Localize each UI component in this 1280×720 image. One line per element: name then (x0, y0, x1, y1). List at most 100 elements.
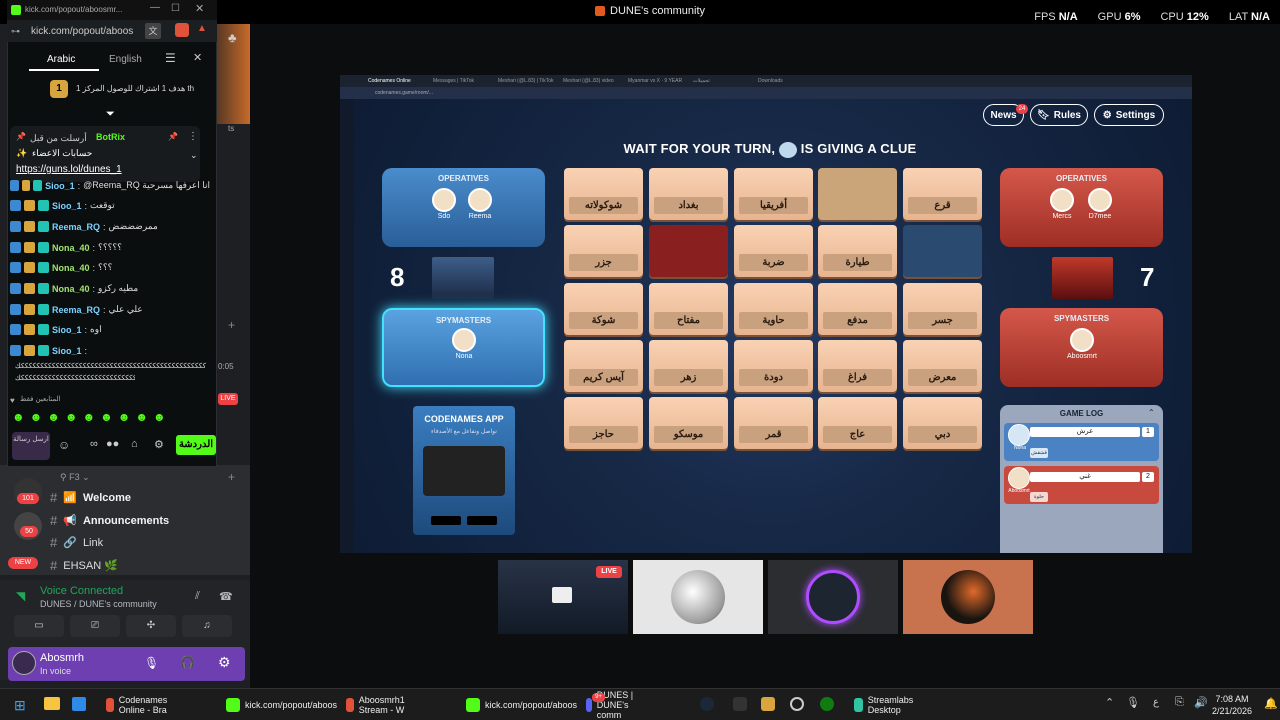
taskbar-item[interactable]: kick.com/popout/aboos (220, 692, 343, 718)
system-clock[interactable]: 7:08 AM 2/21/2026 (1212, 693, 1252, 717)
chevron-up-icon[interactable]: ⌃ (1148, 408, 1155, 417)
webcam-stream-preview[interactable]: LIVE (498, 560, 628, 634)
pinned-user[interactable]: BotRix (96, 132, 125, 142)
store-icon[interactable]: ⌂ (131, 438, 138, 450)
emote-row[interactable]: ☻☻☻☻☻☻☻☻☻ (12, 410, 171, 424)
taskbar-item[interactable]: Codenames Online - Bra (100, 692, 180, 718)
taskbar-item[interactable]: Aboosmrh1 Stream - W (340, 692, 417, 718)
codenames-app-ad[interactable]: CODENAMES APP تواصل وتفاعل مع الأصدقاء (413, 406, 515, 535)
voice-channel[interactable]: DUNES / DUNE's community (40, 599, 157, 609)
infinity-icon[interactable]: ∞ (90, 438, 98, 450)
participant-tile-3[interactable] (903, 560, 1033, 634)
disconnect-icon[interactable]: ☎ (219, 590, 233, 603)
maximize-button[interactable]: ☐ (171, 3, 180, 14)
browser-tab[interactable]: Myanmar vs X · 9 YEAR (628, 78, 682, 84)
word-card[interactable]: طيارة (818, 225, 897, 277)
noise-suppression-icon[interactable]: ⫽ (195, 590, 200, 603)
participant-tile-1[interactable] (633, 560, 763, 634)
avatar[interactable] (1088, 188, 1112, 212)
microphone-icon[interactable]: 🎙 (1126, 696, 1140, 709)
chat-username[interactable]: Sioo_1 (45, 181, 75, 191)
category-header[interactable]: ⚲ F3 ⌄ (60, 472, 90, 483)
word-card[interactable]: قرع (903, 168, 982, 220)
channel-link[interactable]: # 🔗 Link (50, 535, 103, 550)
avatar[interactable] (1050, 188, 1074, 212)
browser-url[interactable]: codenames.game/room/... (375, 90, 433, 96)
channel-announcements[interactable]: # 📢 Announcements (50, 513, 169, 528)
google-play-badge[interactable] (467, 516, 497, 525)
browser-tab[interactable]: Downloads (758, 78, 783, 84)
browser-tab[interactable]: تحميلات (693, 78, 710, 84)
browser-tab[interactable]: Codenames Online (368, 78, 411, 84)
word-card[interactable]: موسكو (649, 397, 728, 449)
add-channel-icon[interactable]: + (228, 318, 235, 332)
taskbar-item[interactable]: DUNES | DUNE's comm (580, 690, 643, 720)
word-card[interactable]: مفتاح (649, 283, 728, 335)
chat-send-button[interactable]: الدردشة (176, 435, 216, 455)
chat-username[interactable]: Reema_RQ (52, 305, 100, 315)
url-field[interactable]: kick.com/popout/aboos (31, 26, 133, 37)
browser-tab[interactable]: Meshari (@L.83) | TikTok (498, 78, 554, 84)
collapse-icon[interactable]: ⏷ (106, 108, 115, 121)
brave-rewards-icon[interactable]: ▲ (197, 23, 207, 34)
emoji-icon[interactable]: ☺ (58, 438, 70, 452)
more-icon[interactable]: ⋮ (188, 131, 198, 142)
chat-input[interactable]: ارسل رسالة (12, 432, 50, 460)
word-card[interactable]: عاج (818, 397, 897, 449)
chevron-down-icon[interactable]: ⌄ (190, 150, 198, 161)
gear-icon[interactable]: ⚙ (218, 654, 231, 671)
close-icon[interactable]: ✕ (193, 51, 202, 64)
revealed-agent-card[interactable] (818, 168, 897, 220)
steam-icon[interactable] (700, 697, 714, 711)
xbox-icon[interactable] (820, 697, 834, 711)
headphones-icon[interactable]: 🎧 (180, 655, 195, 669)
word-card[interactable]: حاوية (734, 283, 813, 335)
add-friend-icon[interactable]: ♣ (228, 30, 237, 45)
chat-username[interactable]: Sioo_1 (52, 346, 82, 356)
participant-tile-2[interactable] (768, 560, 898, 634)
translate-icon[interactable]: 文 (145, 23, 161, 39)
app-icon[interactable] (761, 697, 775, 711)
taskbar-item[interactable]: kick.com/popout/aboos (460, 692, 583, 718)
channel-welcome[interactable]: # 📶 Welcome (50, 490, 131, 505)
avatar[interactable] (468, 188, 492, 212)
pinned-link[interactable]: https://guns.lol/dunes_1 (16, 164, 122, 175)
app-store-badge[interactable] (431, 516, 461, 525)
word-card[interactable]: دودة (734, 340, 813, 392)
avatar[interactable] (12, 651, 36, 675)
menu-icon[interactable]: ☰ (165, 51, 176, 65)
taskbar-item[interactable]: Streamlabs Desktop (848, 692, 925, 718)
chat-username[interactable]: Reema_RQ (52, 222, 100, 232)
minimize-button[interactable]: — (150, 2, 160, 13)
settings-button[interactable]: ⚙ Settings (1094, 104, 1164, 126)
browser-tab[interactable]: Meshari (@L.83) video (563, 78, 614, 84)
chat-username[interactable]: Nona_40 (52, 284, 90, 294)
word-card[interactable]: أفريقيا (734, 168, 813, 220)
revealed-agent-card[interactable] (903, 225, 982, 277)
chat-username[interactable]: Sioo_1 (52, 201, 82, 211)
screen-share-button[interactable]: ⎚ (70, 615, 120, 637)
add-channel-icon-2[interactable]: + (228, 470, 235, 484)
chevron-up-icon[interactable]: ⌃ (1105, 696, 1114, 709)
browser-tab[interactable]: Messages | TikTok (433, 78, 474, 84)
tab-arabic[interactable]: Arabic (47, 54, 75, 65)
word-card[interactable]: مدفع (818, 283, 897, 335)
chat-username[interactable]: Sioo_1 (52, 325, 82, 335)
video-off-button[interactable]: ▭ (14, 615, 64, 637)
file-explorer-icon[interactable] (44, 697, 60, 710)
avatar[interactable] (1070, 328, 1094, 352)
avatar[interactable] (452, 328, 476, 352)
app-icon[interactable] (733, 697, 747, 711)
word-card[interactable]: شوكة (564, 283, 643, 335)
word-card[interactable]: معرض (903, 340, 982, 392)
soundboard-button[interactable]: ♫ (182, 615, 232, 637)
users-icon[interactable]: ●● (106, 438, 119, 450)
avatar[interactable] (432, 188, 456, 212)
volume-icon[interactable]: 🔊 (1194, 696, 1208, 709)
close-button[interactable]: ✕ (195, 2, 204, 15)
word-card[interactable]: زهر (649, 340, 728, 392)
word-card[interactable]: جسر (903, 283, 982, 335)
word-card[interactable]: ضربة (734, 225, 813, 277)
pin-icon-2[interactable]: 📌 (168, 132, 178, 141)
word-card[interactable]: حاجز (564, 397, 643, 449)
